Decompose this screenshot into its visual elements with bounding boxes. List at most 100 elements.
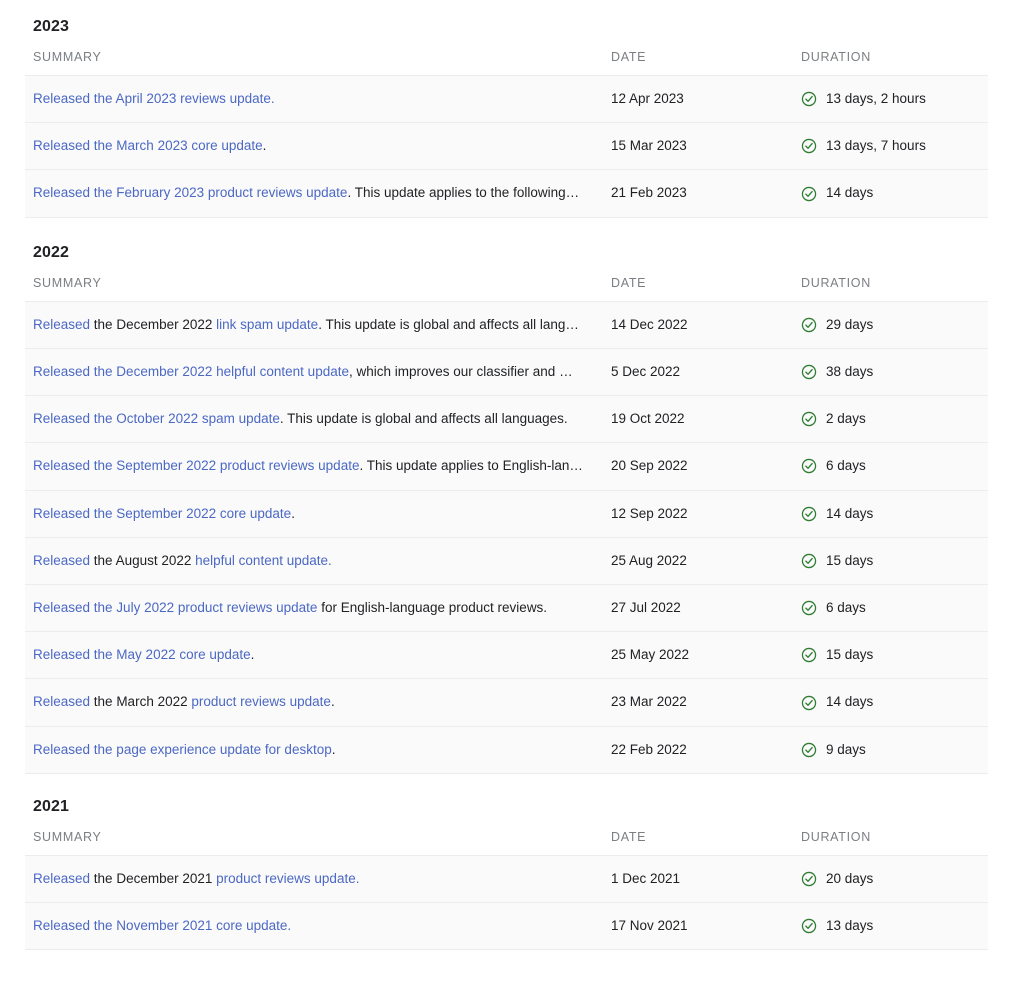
- year-heading: 2022: [33, 243, 69, 261]
- update-summary-cell: Released the page experience update for …: [25, 726, 603, 774]
- update-summary-cell: Released the April 2023 reviews update.: [25, 75, 603, 124]
- table-row[interactable]: Released the December 2021 product revie…: [25, 855, 988, 904]
- duration-label: 29 days: [826, 316, 874, 332]
- table-row[interactable]: Released the December 2022 link spam upd…: [25, 301, 988, 349]
- update-link[interactable]: Released the March 2023 core update: [33, 138, 263, 153]
- column-header-summary: SUMMARY: [25, 50, 603, 76]
- update-text: .: [331, 741, 336, 757]
- update-text: , which improves our classifier and …: [348, 363, 573, 379]
- table-row[interactable]: Released the October 2022 spam update. T…: [25, 395, 988, 444]
- update-link[interactable]: Released: [33, 871, 90, 886]
- update-text: the March 2022: [90, 694, 192, 710]
- update-summary-cell: Released the September 2022 product revi…: [25, 442, 603, 491]
- update-link[interactable]: Released the February 2023 product revie…: [33, 185, 347, 200]
- update-duration-cell: 20 days: [793, 855, 988, 904]
- check-circle-icon: [801, 411, 817, 427]
- update-summary-cell: Released the May 2022 core update.: [25, 631, 603, 680]
- update-duration-cell: 38 days: [793, 348, 988, 397]
- duration-label: 15 days: [826, 647, 874, 663]
- update-date-cell: 12 Apr 2023: [603, 75, 793, 124]
- update-text: . This update is global and affects all …: [318, 316, 579, 332]
- column-header-duration: DURATION: [793, 50, 988, 76]
- table-header-row: SUMMARY DATE DURATION: [25, 829, 988, 856]
- check-circle-icon: [801, 458, 817, 474]
- update-text: for English-language product reviews.: [317, 599, 548, 615]
- check-circle-icon: [801, 742, 817, 758]
- duration-label: 13 days, 7 hours: [826, 138, 926, 154]
- table-row[interactable]: Released the July 2022 product reviews u…: [25, 584, 988, 633]
- updates-table: SUMMARY DATE DURATION Released the December…: [25, 829, 988, 951]
- duration-label: 14 days: [826, 694, 874, 710]
- check-circle-icon: [801, 918, 817, 934]
- table-row[interactable]: Released the April 2023 reviews update. 1…: [25, 75, 988, 124]
- update-summary-cell: Released the August 2022 helpful content…: [25, 537, 603, 585]
- update-link[interactable]: Released the July 2022 product reviews u…: [33, 600, 317, 615]
- year-section-2021: 2021 SUMMARY DATE DURATION Released the Dece…: [25, 798, 988, 951]
- table-row[interactable]: Released the May 2022 core update. 25 May…: [25, 631, 988, 680]
- update-summary-cell: Released the December 2022 helpful conte…: [25, 348, 603, 397]
- update-summary-cell: Released the November 2021 core update.: [25, 902, 603, 951]
- table-row[interactable]: Released the February 2023 product revie…: [25, 169, 988, 218]
- update-link[interactable]: product reviews update.: [216, 871, 359, 886]
- table-row[interactable]: Released the November 2021 core update. 1…: [25, 902, 988, 951]
- update-date-cell: 25 May 2022: [603, 631, 793, 680]
- update-link[interactable]: Released the May 2022 core update: [33, 647, 251, 662]
- update-date-cell: 1 Dec 2021: [603, 855, 793, 904]
- table-row[interactable]: Released the September 2022 product revi…: [25, 442, 988, 491]
- table-row[interactable]: Released the March 2022 product reviews …: [25, 678, 988, 727]
- update-summary-cell: Released the October 2022 spam update. T…: [25, 395, 603, 444]
- check-circle-icon: [801, 695, 817, 711]
- check-circle-icon: [801, 186, 817, 202]
- update-link[interactable]: helpful content update.: [195, 553, 332, 568]
- duration-label: 6 days: [826, 458, 866, 474]
- update-summary-cell: Released the December 2022 link spam upd…: [25, 301, 603, 349]
- update-link[interactable]: product reviews update: [191, 694, 331, 709]
- update-link[interactable]: Released the December 2022 helpful conte…: [33, 364, 349, 379]
- year-heading: 2023: [33, 18, 69, 35]
- update-text: .: [262, 138, 267, 154]
- column-header-date: DATE: [603, 275, 793, 302]
- update-link[interactable]: Released the September 2022 core update: [33, 506, 291, 521]
- update-link[interactable]: Released the April 2023 reviews update.: [33, 91, 275, 106]
- check-circle-icon: [801, 553, 817, 569]
- update-summary-cell: Released the February 2023 product revie…: [25, 169, 603, 218]
- update-link[interactable]: Released the October 2022 spam update: [33, 411, 280, 426]
- update-link[interactable]: Released: [33, 553, 90, 568]
- check-circle-icon: [801, 871, 817, 887]
- update-link[interactable]: Released the November 2021 core update.: [33, 918, 291, 933]
- update-duration-cell: 14 days: [793, 678, 988, 727]
- update-link[interactable]: Released: [33, 694, 90, 709]
- check-circle-icon: [801, 364, 817, 380]
- duration-label: 6 days: [826, 599, 866, 615]
- update-link[interactable]: link spam update: [216, 317, 318, 332]
- update-duration-cell: 13 days, 7 hours: [793, 122, 988, 171]
- check-circle-icon: [801, 317, 817, 333]
- update-text: the December 2022: [90, 316, 217, 332]
- update-duration-cell: 2 days: [793, 395, 988, 444]
- update-link[interactable]: Released: [33, 317, 90, 332]
- update-date-cell: 22 Feb 2022: [603, 726, 793, 774]
- table-row[interactable]: Released the page experience update for …: [25, 726, 988, 774]
- update-link[interactable]: Released the September 2022 product revi…: [33, 458, 359, 473]
- check-circle-icon: [801, 91, 817, 107]
- table-row[interactable]: Released the March 2023 core update. 15 M…: [25, 122, 988, 171]
- column-header-summary: SUMMARY: [25, 275, 603, 302]
- update-link[interactable]: Released the page experience update for …: [33, 742, 332, 757]
- update-text: . This update applies to English-lan…: [359, 458, 583, 474]
- update-date-cell: 19 Oct 2022: [603, 395, 793, 444]
- update-duration-cell: 14 days: [793, 490, 988, 538]
- update-text: the August 2022: [90, 552, 196, 568]
- update-duration-cell: 13 days, 2 hours: [793, 75, 988, 124]
- table-row[interactable]: Released the August 2022 helpful content…: [25, 537, 988, 585]
- update-text: the December 2021: [90, 870, 217, 886]
- update-text: . This update applies to the following…: [347, 185, 580, 201]
- update-date-cell: 17 Nov 2021: [603, 902, 793, 951]
- table-row[interactable]: Released the December 2022 helpful conte…: [25, 348, 988, 397]
- update-duration-cell: 6 days: [793, 584, 988, 633]
- update-duration-cell: 9 days: [793, 726, 988, 774]
- updates-table: SUMMARY DATE DURATION Released the December…: [25, 275, 988, 774]
- check-circle-icon: [801, 138, 817, 154]
- table-row[interactable]: Released the September 2022 core update.…: [25, 490, 988, 538]
- update-duration-cell: 6 days: [793, 442, 988, 491]
- update-summary-cell: Released the December 2021 product revie…: [25, 855, 603, 904]
